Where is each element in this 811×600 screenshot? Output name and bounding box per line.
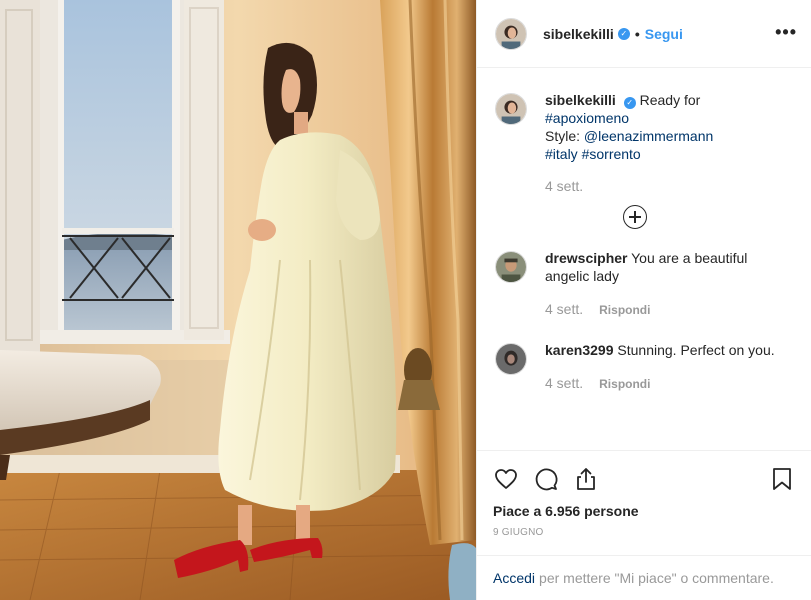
caption-time[interactable]: 4 sett. (545, 177, 583, 195)
verified-badge-icon: ✓ (617, 27, 630, 40)
likes-count[interactable]: Piace a 6.956 persone (493, 503, 795, 519)
login-prompt: Accedi per mettere "Mi piace" o commenta… (477, 555, 811, 600)
author-username[interactable]: sibelkekilli (543, 26, 614, 42)
caption-avatar[interactable] (495, 93, 527, 125)
commenter-avatar[interactable] (495, 343, 527, 375)
caption-text: Ready for (639, 92, 701, 108)
post-photo[interactable] (0, 0, 476, 600)
post-date: 9 GIUGNO (493, 527, 544, 538)
post-actions: Piace a 6.956 persone 9 GIUGNO (477, 450, 811, 555)
login-prompt-text: per mettere "Mi piace" o commentare. (539, 570, 774, 586)
comments-list[interactable]: sibelkekilli ✓ Ready for #apoxiomeno Sty… (477, 69, 811, 449)
more-options-icon[interactable]: ••• (775, 22, 797, 43)
caption-style-label: Style: (545, 128, 581, 144)
caption: sibelkekilli ✓ Ready for #apoxiomeno Sty… (495, 91, 793, 195)
mention-link[interactable]: @leenazimmermann (584, 128, 713, 144)
login-link[interactable]: Accedi (493, 570, 535, 586)
verified-badge-icon: ✓ (623, 97, 636, 109)
follow-button[interactable]: Segui (645, 26, 683, 42)
caption-username[interactable]: sibelkekilli (545, 92, 616, 108)
bookmark-icon[interactable] (769, 466, 795, 492)
commenter-username[interactable]: karen3299 (545, 342, 614, 358)
comment-item: karen3299 Stunning. Perfect on you. 4 se… (495, 341, 793, 393)
share-icon[interactable] (573, 466, 599, 492)
commenter-username[interactable]: drewscipher (545, 250, 627, 266)
heart-icon[interactable] (493, 466, 519, 492)
commenter-avatar[interactable] (495, 251, 527, 283)
caption-body: sibelkekilli ✓ Ready for #apoxiomeno Sty… (545, 91, 793, 195)
reply-button[interactable]: Rispondi (599, 375, 650, 393)
hashtag-link[interactable]: #apoxiomeno (545, 110, 629, 126)
post-header: sibelkekilli ✓ • Segui ••• (477, 0, 811, 68)
author-avatar[interactable] (495, 17, 527, 50)
comment-text: Stunning. Perfect on you. (617, 342, 775, 358)
comment-item: drewscipher You are a beautiful angelic … (495, 249, 793, 319)
comment-icon[interactable] (533, 466, 559, 492)
photo-image (0, 0, 476, 600)
comment-time[interactable]: 4 sett. (545, 300, 583, 318)
comment-time[interactable]: 4 sett. (545, 374, 583, 392)
comment-body: drewscipher You are a beautiful angelic … (545, 249, 793, 319)
hashtag-link[interactable]: #sorrento (582, 146, 641, 162)
load-more-comments-icon[interactable] (623, 205, 647, 229)
header-separator: • (634, 25, 640, 42)
hashtag-link[interactable]: #italy (545, 146, 578, 162)
comment-body: karen3299 Stunning. Perfect on you. 4 se… (545, 341, 793, 393)
post-sidebar: sibelkekilli ✓ • Segui ••• sibelkekilli … (476, 0, 811, 600)
reply-button[interactable]: Rispondi (599, 301, 650, 319)
